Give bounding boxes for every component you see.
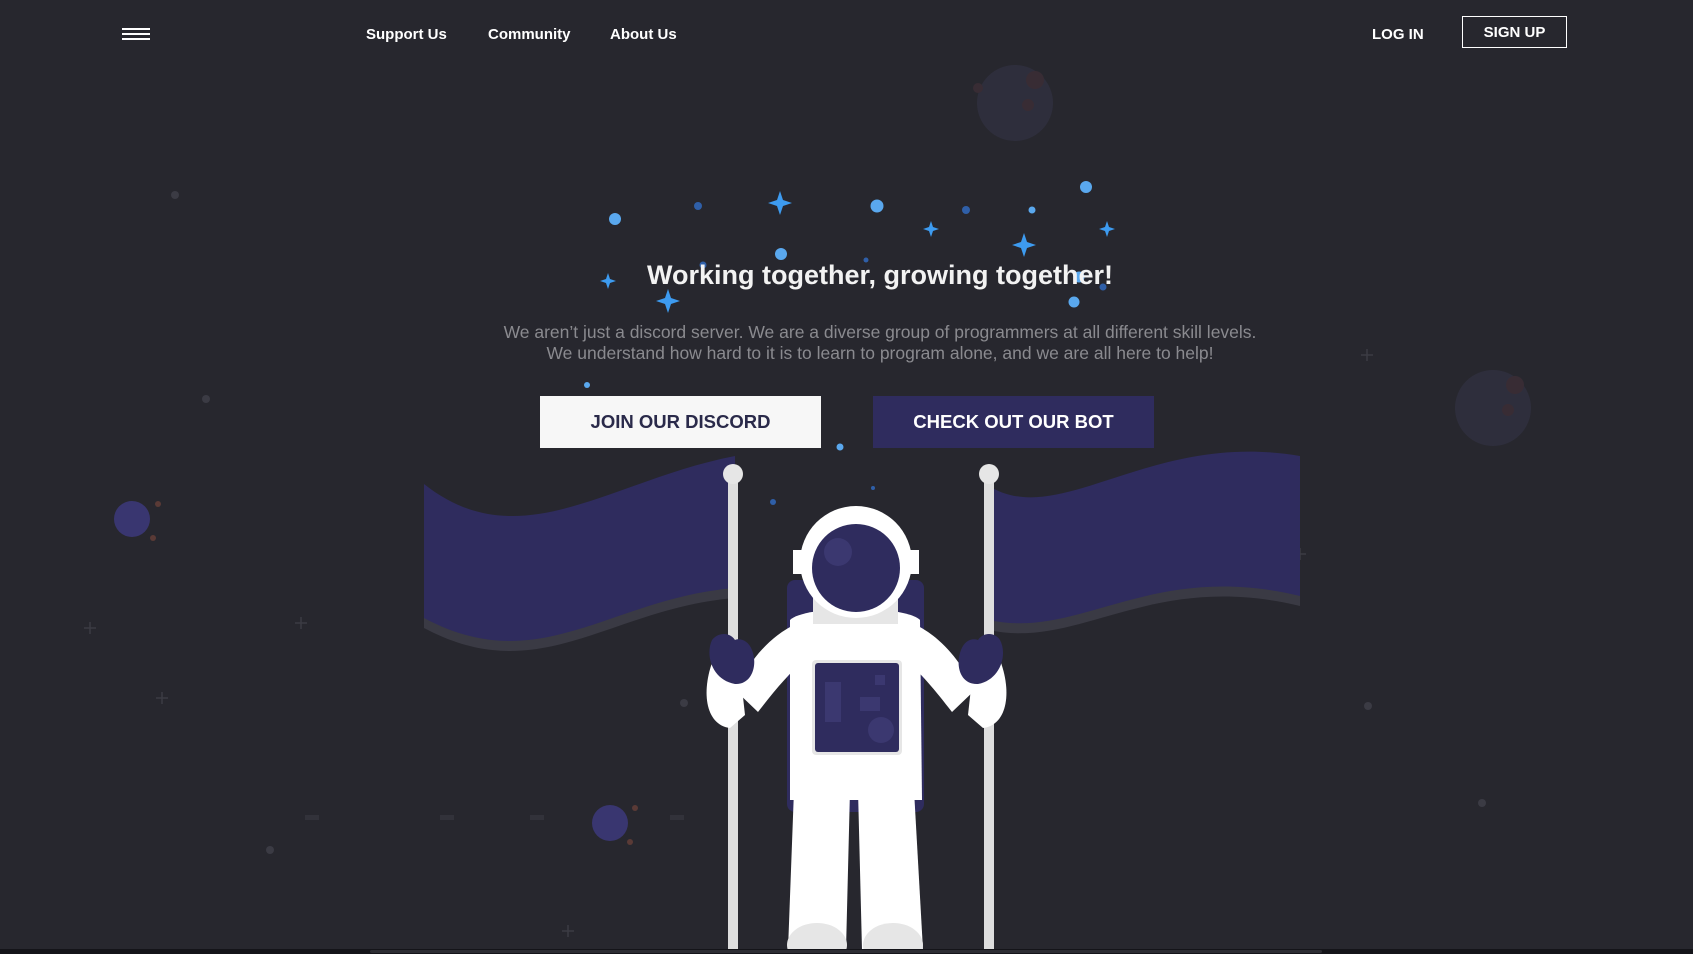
astronaut	[706, 506, 1007, 954]
small-planet-left	[114, 501, 161, 541]
hamburger-menu-icon[interactable]	[122, 26, 150, 42]
login-link[interactable]: LOG IN	[1372, 26, 1424, 43]
signup-button[interactable]: SIGN UP	[1462, 16, 1567, 48]
hero-description-line-1: We aren’t just a discord server. We are …	[503, 322, 1257, 342]
nav-link-community[interactable]: Community	[488, 26, 571, 43]
nav-link-support-us[interactable]: Support Us	[366, 26, 447, 43]
top-navigation: Support Us Community About Us LOG IN SIG…	[0, 0, 1693, 70]
hero-description-line-2: We understand how hard to it is to learn…	[546, 343, 1214, 363]
small-planet-bottom	[592, 805, 638, 845]
right-flag	[989, 451, 1300, 634]
left-flag	[424, 456, 735, 651]
blue-sparkles	[600, 191, 1115, 313]
nav-link-about-us[interactable]: About Us	[610, 26, 677, 43]
horizontal-scrollbar[interactable]	[0, 949, 1693, 954]
faint-planet-top	[973, 65, 1053, 141]
hero-title: Working together, growing together!	[647, 260, 1113, 290]
astronaut-illustration	[84, 65, 1531, 954]
scrollbar-thumb[interactable]	[370, 950, 1322, 953]
hero-description: We aren’t just a discord server. We are …	[0, 322, 1693, 364]
faint-planet-right	[1455, 370, 1531, 446]
check-out-bot-button[interactable]: CHECK OUT OUR BOT	[873, 396, 1154, 448]
join-discord-button[interactable]: JOIN OUR DISCORD	[540, 396, 821, 448]
